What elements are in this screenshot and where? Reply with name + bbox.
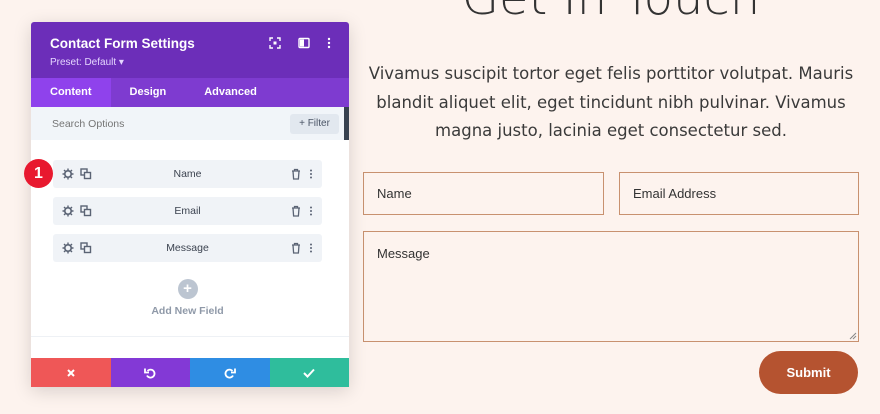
- fields-list: Name Email Message: [53, 160, 322, 271]
- trash-icon[interactable]: [290, 205, 302, 217]
- tab-content[interactable]: Content: [31, 78, 111, 107]
- expand-icon[interactable]: [269, 37, 281, 49]
- more-options-icon[interactable]: [305, 242, 317, 254]
- page-heading: Get In Touch: [363, 0, 859, 26]
- panel-header: Contact Form Settings Preset: Default ▾: [31, 22, 349, 78]
- step-badge: 1: [24, 159, 53, 188]
- plus-icon[interactable]: +: [177, 279, 198, 299]
- name-field[interactable]: Name: [363, 172, 604, 215]
- trash-icon[interactable]: [290, 242, 302, 254]
- close-icon: [67, 368, 75, 377]
- field-row-name[interactable]: Name: [53, 160, 322, 188]
- trash-icon[interactable]: [290, 168, 302, 180]
- more-options-icon[interactable]: [323, 37, 335, 49]
- search-row: + Filter: [31, 107, 349, 140]
- intro-text: Vivamus suscipit tortor eget felis portt…: [368, 64, 854, 140]
- scrollbar[interactable]: [344, 107, 349, 140]
- resize-grip-icon[interactable]: [849, 332, 857, 340]
- filter-button[interactable]: + Filter: [290, 114, 339, 134]
- panel-tabs: Content Design Advanced: [31, 78, 349, 107]
- divider: [31, 336, 349, 337]
- field-row-email[interactable]: Email: [53, 197, 322, 225]
- tab-advanced[interactable]: Advanced: [185, 78, 276, 107]
- tab-design[interactable]: Design: [111, 78, 186, 107]
- field-label: Name: [173, 168, 202, 180]
- panel-footer: [31, 358, 349, 387]
- redo-button[interactable]: [190, 358, 270, 387]
- field-row-message[interactable]: Message: [53, 234, 322, 262]
- search-options-input[interactable]: [31, 107, 286, 140]
- submit-button[interactable]: Submit: [759, 351, 858, 394]
- save-button[interactable]: [269, 358, 349, 387]
- check-icon: [303, 368, 315, 378]
- field-label: Email: [174, 205, 201, 217]
- add-new-field-label[interactable]: Add New Field: [53, 305, 322, 317]
- undo-button[interactable]: [110, 358, 190, 387]
- email-field[interactable]: Email Address: [619, 172, 859, 215]
- discard-button[interactable]: [31, 358, 111, 387]
- redo-icon: [224, 368, 236, 378]
- field-label: Message: [166, 242, 209, 254]
- add-new-field[interactable]: + Add New Field: [53, 279, 322, 317]
- more-options-icon[interactable]: [305, 168, 317, 180]
- panel-title: Contact Form Settings: [50, 36, 195, 51]
- more-options-icon[interactable]: [305, 205, 317, 217]
- message-placeholder: Message: [377, 246, 430, 261]
- undo-icon: [144, 368, 156, 378]
- preset-selector[interactable]: Preset: Default ▾: [50, 57, 124, 68]
- sidebar-toggle-icon[interactable]: [298, 37, 310, 49]
- message-field[interactable]: Message: [363, 231, 859, 342]
